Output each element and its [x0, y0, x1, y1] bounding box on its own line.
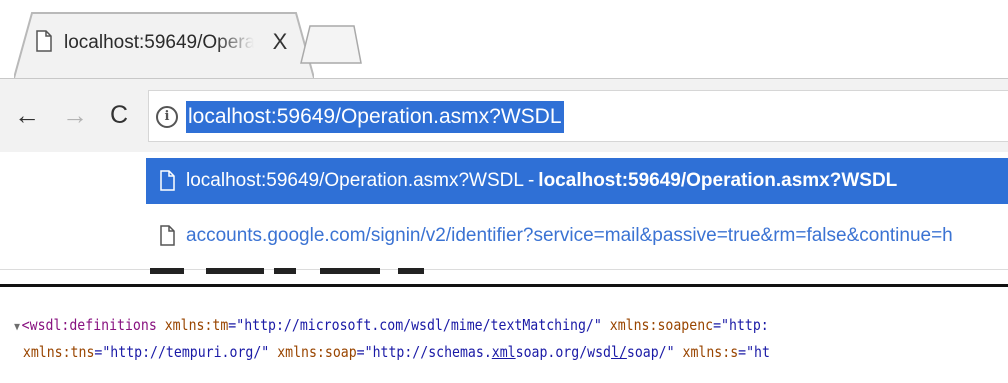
content-divider — [0, 284, 1008, 287]
xml-attr-value: "http://tempuri.org/" — [102, 343, 270, 361]
xml-attr-name: xmlns:s — [682, 343, 739, 361]
back-button[interactable]: ← — [12, 96, 42, 134]
obscured-page-text — [150, 268, 470, 276]
tab-close-button[interactable]: X — [268, 29, 292, 55]
xml-attr-value: soap.org/wsd — [515, 343, 611, 361]
address-bar-url[interactable]: localhost:59649/Operation.asmx?WSDL — [186, 101, 564, 133]
reload-button[interactable]: C — [104, 96, 134, 134]
suggestion-separator: - — [527, 170, 535, 191]
suggestion-url: accounts.google.com/signin/v2/identifier… — [186, 225, 953, 246]
xml-attr-value: "ht — [746, 343, 770, 361]
xml-attr-value: xml — [491, 343, 516, 361]
xml-source-view: ▼ <wsdl:definitions xmlns:tm="http://micr… — [0, 312, 887, 383]
info-icon[interactable]: i — [156, 106, 178, 128]
xml-attr-name: xmlns:tm — [164, 316, 229, 334]
xml-line: ▼ <wsdl:definitions xmlns:tm="http://micr… — [14, 316, 769, 334]
page-icon — [160, 170, 175, 191]
collapse-triangle-icon[interactable]: ▼ — [14, 320, 20, 333]
suggestion-item[interactable]: accounts.google.com/signin/v2/identifier… — [146, 213, 1008, 259]
suggestion-title: localhost:59649/Operation.asmx?WSDL — [538, 170, 898, 191]
xml-attr-value: "http://microsoft.com/wsdl/mime/textMatc… — [236, 316, 602, 334]
suggestion-url: localhost:59649/Operation.asmx?WSDL — [186, 170, 524, 191]
xml-attr-value: "http: — [721, 316, 769, 334]
tab-title: localhost:59649/Operation.asmx?WSDL — [64, 32, 254, 53]
xml-tag: <wsdl:definitions — [21, 316, 157, 334]
suggestion-item-selected[interactable]: localhost:59649/Operation.asmx?WSDL - loca… — [146, 158, 1008, 204]
xml-attr-name: xmlns:tns — [22, 343, 95, 361]
xml-attr-value: soap/" — [626, 343, 675, 361]
xml-line: xmlns:tns="http://tempuri.org/" xmlns:so… — [22, 343, 770, 361]
xml-attr-name: xmlns:soap — [277, 343, 357, 361]
xml-attr-value: l/ — [610, 343, 627, 361]
forward-button[interactable]: → — [60, 96, 90, 134]
page-icon — [160, 225, 175, 246]
xml-attr-name: xmlns:soapenc — [609, 316, 714, 334]
xml-attr-value: "http://schemas. — [364, 343, 492, 361]
new-tab-button[interactable] — [298, 24, 364, 64]
page-icon — [36, 30, 52, 52]
